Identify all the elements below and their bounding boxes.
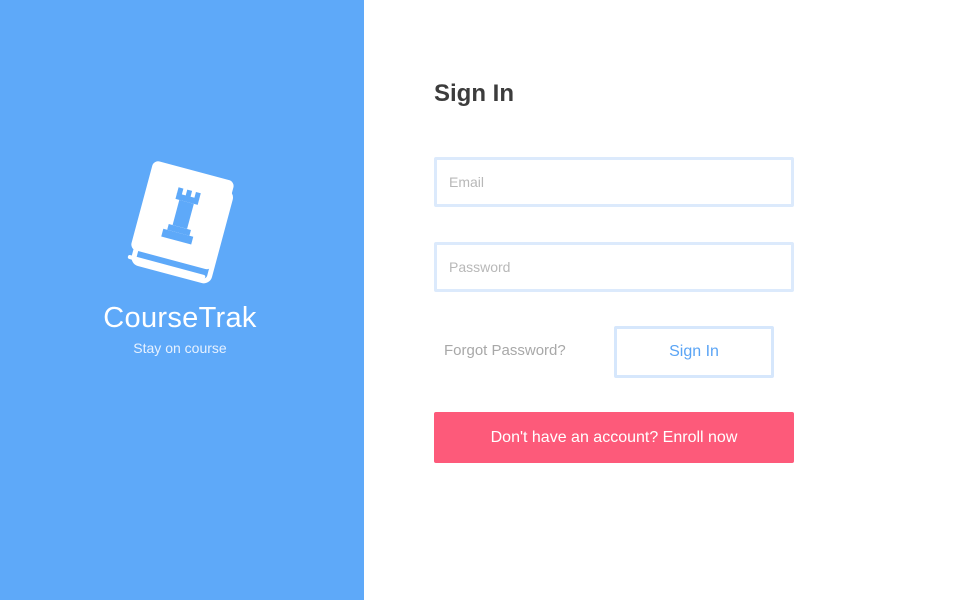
app-window: CourseTrak Stay on course Sign In Forgot…	[0, 0, 970, 600]
signin-panel: Sign In Forgot Password? Sign In Don't h…	[364, 0, 970, 600]
sign-in-button[interactable]: Sign In	[614, 326, 774, 378]
password-field[interactable]	[434, 242, 794, 292]
enroll-button[interactable]: Don't have an account? Enroll now	[434, 412, 794, 463]
forgot-password-link[interactable]: Forgot Password?	[444, 342, 566, 359]
brand-panel: CourseTrak Stay on course	[0, 0, 364, 600]
brand-name: CourseTrak	[103, 302, 257, 334]
email-field[interactable]	[434, 157, 794, 207]
page-title: Sign In	[434, 80, 514, 107]
brand-tagline: Stay on course	[133, 340, 227, 356]
book-icon	[127, 161, 234, 284]
